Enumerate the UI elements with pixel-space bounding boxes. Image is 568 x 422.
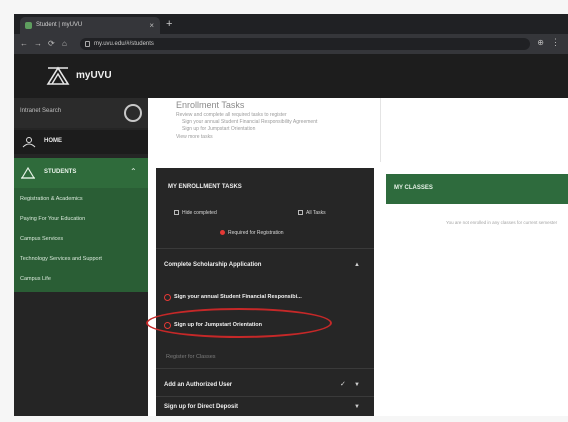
search-label: Intranet Search bbox=[20, 108, 62, 114]
tasks-panel-title: MY ENROLLMENT TASKS bbox=[168, 184, 242, 190]
submenu-item-campus-services[interactable]: Campus Services bbox=[20, 236, 63, 242]
caret-down-icon[interactable]: ▼ bbox=[354, 404, 360, 410]
enrollment-line: Sign up for Jumpstart Orientation bbox=[182, 126, 256, 132]
sidebar-item-label: STUDENTS bbox=[44, 169, 77, 175]
close-tab-icon[interactable]: × bbox=[149, 17, 154, 34]
todo-label: Sign your annual Student Financial Respo… bbox=[174, 294, 302, 300]
todo-financial-responsibility[interactable]: Sign your annual Student Financial Respo… bbox=[164, 294, 302, 301]
filter-hide-completed[interactable]: Hide completed bbox=[174, 210, 217, 216]
check-icon: ✓ bbox=[340, 381, 346, 388]
home-browser-icon[interactable]: ⌂ bbox=[62, 38, 67, 50]
submenu-item-paying[interactable]: Paying For Your Education bbox=[20, 216, 85, 222]
filter-all-tasks[interactable]: All Tasks bbox=[298, 210, 326, 216]
favicon-icon bbox=[25, 22, 32, 29]
browser-menu-icon[interactable]: ⋮ bbox=[551, 37, 560, 48]
caret-up-icon[interactable]: ▲ bbox=[354, 262, 360, 268]
sidebar-search[interactable]: Intranet Search bbox=[14, 98, 148, 128]
forward-icon[interactable]: → bbox=[34, 38, 42, 50]
left-sidebar: Intranet Search HOME STUDENTS ⌃ Registra… bbox=[14, 98, 148, 416]
enrollment-line: Sign your annual Student Financial Respo… bbox=[182, 119, 318, 125]
required-dot-icon bbox=[220, 230, 225, 236]
url-text: my.uvu.edu/#/students bbox=[94, 41, 154, 47]
back-icon[interactable]: ← bbox=[20, 38, 28, 50]
home-icon bbox=[22, 137, 36, 148]
sidebar-item-label: HOME bbox=[44, 138, 62, 144]
lock-icon bbox=[85, 41, 90, 47]
classes-empty-message: You are not enrolled in any classes for … bbox=[446, 220, 558, 225]
enrollment-summary: Enrollment Tasks Review and complete all… bbox=[160, 98, 374, 158]
my-classes-body: You are not enrolled in any classes for … bbox=[386, 204, 568, 416]
filter-required[interactable]: Required for Registration bbox=[220, 230, 284, 236]
divider bbox=[156, 368, 374, 369]
submenu-item-technology[interactable]: Technology Services and Support bbox=[20, 256, 102, 262]
students-submenu: Registration & Academics Paying For Your… bbox=[14, 188, 148, 292]
enrollment-title: Enrollment Tasks bbox=[176, 100, 245, 110]
site-logo-text: myUVU bbox=[76, 70, 112, 81]
sidebar-item-students[interactable]: STUDENTS ⌃ bbox=[14, 158, 148, 188]
chevron-up-icon[interactable]: ⌃ bbox=[130, 167, 137, 176]
site-header: myUVU bbox=[14, 54, 568, 98]
caret-down-icon[interactable]: ▼ bbox=[354, 382, 360, 388]
alert-icon bbox=[164, 294, 171, 301]
highlight-circle bbox=[146, 308, 332, 338]
filter-label: All Tasks bbox=[306, 210, 326, 216]
checkbox-icon bbox=[298, 210, 303, 216]
main-content: Enrollment Tasks Review and complete all… bbox=[146, 98, 568, 416]
reload-icon[interactable]: ⟳ bbox=[48, 38, 55, 50]
divider bbox=[156, 248, 374, 249]
students-icon bbox=[20, 166, 36, 179]
zoom-icon[interactable]: ⊕ bbox=[537, 38, 544, 47]
submenu-item-registration[interactable]: Registration & Academics bbox=[20, 196, 83, 202]
sidebar-item-home[interactable]: HOME bbox=[14, 130, 148, 154]
enrollment-tasks-panel: MY ENROLLMENT TASKS Hide completed All T… bbox=[146, 168, 374, 416]
submenu-item-campus-life[interactable]: Campus Life bbox=[20, 276, 51, 282]
checkbox-icon bbox=[174, 210, 179, 216]
new-tab-icon[interactable]: + bbox=[166, 17, 172, 31]
browser-tab[interactable]: Student | myUVU × bbox=[20, 17, 160, 34]
divider bbox=[156, 396, 374, 397]
enrollment-line: Review and complete all required tasks t… bbox=[176, 112, 287, 118]
tab-title: Student | myUVU bbox=[36, 22, 83, 28]
register-classes-link[interactable]: Register for Classes bbox=[166, 354, 216, 360]
filter-label: Required for Registration bbox=[228, 230, 284, 236]
top-right-panel bbox=[380, 98, 568, 162]
uvu-logo-icon[interactable] bbox=[44, 62, 72, 90]
task-direct-deposit[interactable]: Sign up for Direct Deposit bbox=[164, 404, 238, 410]
screenshot-frame: Student | myUVU × + ← → ⟳ ⌂ my.uvu.edu/#… bbox=[14, 14, 568, 416]
view-more-tasks-link[interactable]: View more tasks bbox=[176, 134, 213, 140]
filter-label: Hide completed bbox=[182, 210, 217, 216]
my-classes-header: MY CLASSES bbox=[386, 174, 568, 204]
browser-toolbar: ← → ⟳ ⌂ my.uvu.edu/#/students ⊕ ⋮ bbox=[14, 34, 568, 54]
search-icon[interactable] bbox=[124, 104, 142, 122]
task-authorized-user[interactable]: Add an Authorized User bbox=[164, 382, 232, 388]
browser-tab-bar: Student | myUVU × + bbox=[14, 14, 568, 34]
address-bar[interactable]: my.uvu.edu/#/students bbox=[80, 38, 530, 50]
my-classes-title: MY CLASSES bbox=[394, 185, 433, 191]
task-scholarship[interactable]: Complete Scholarship Application bbox=[164, 262, 261, 268]
